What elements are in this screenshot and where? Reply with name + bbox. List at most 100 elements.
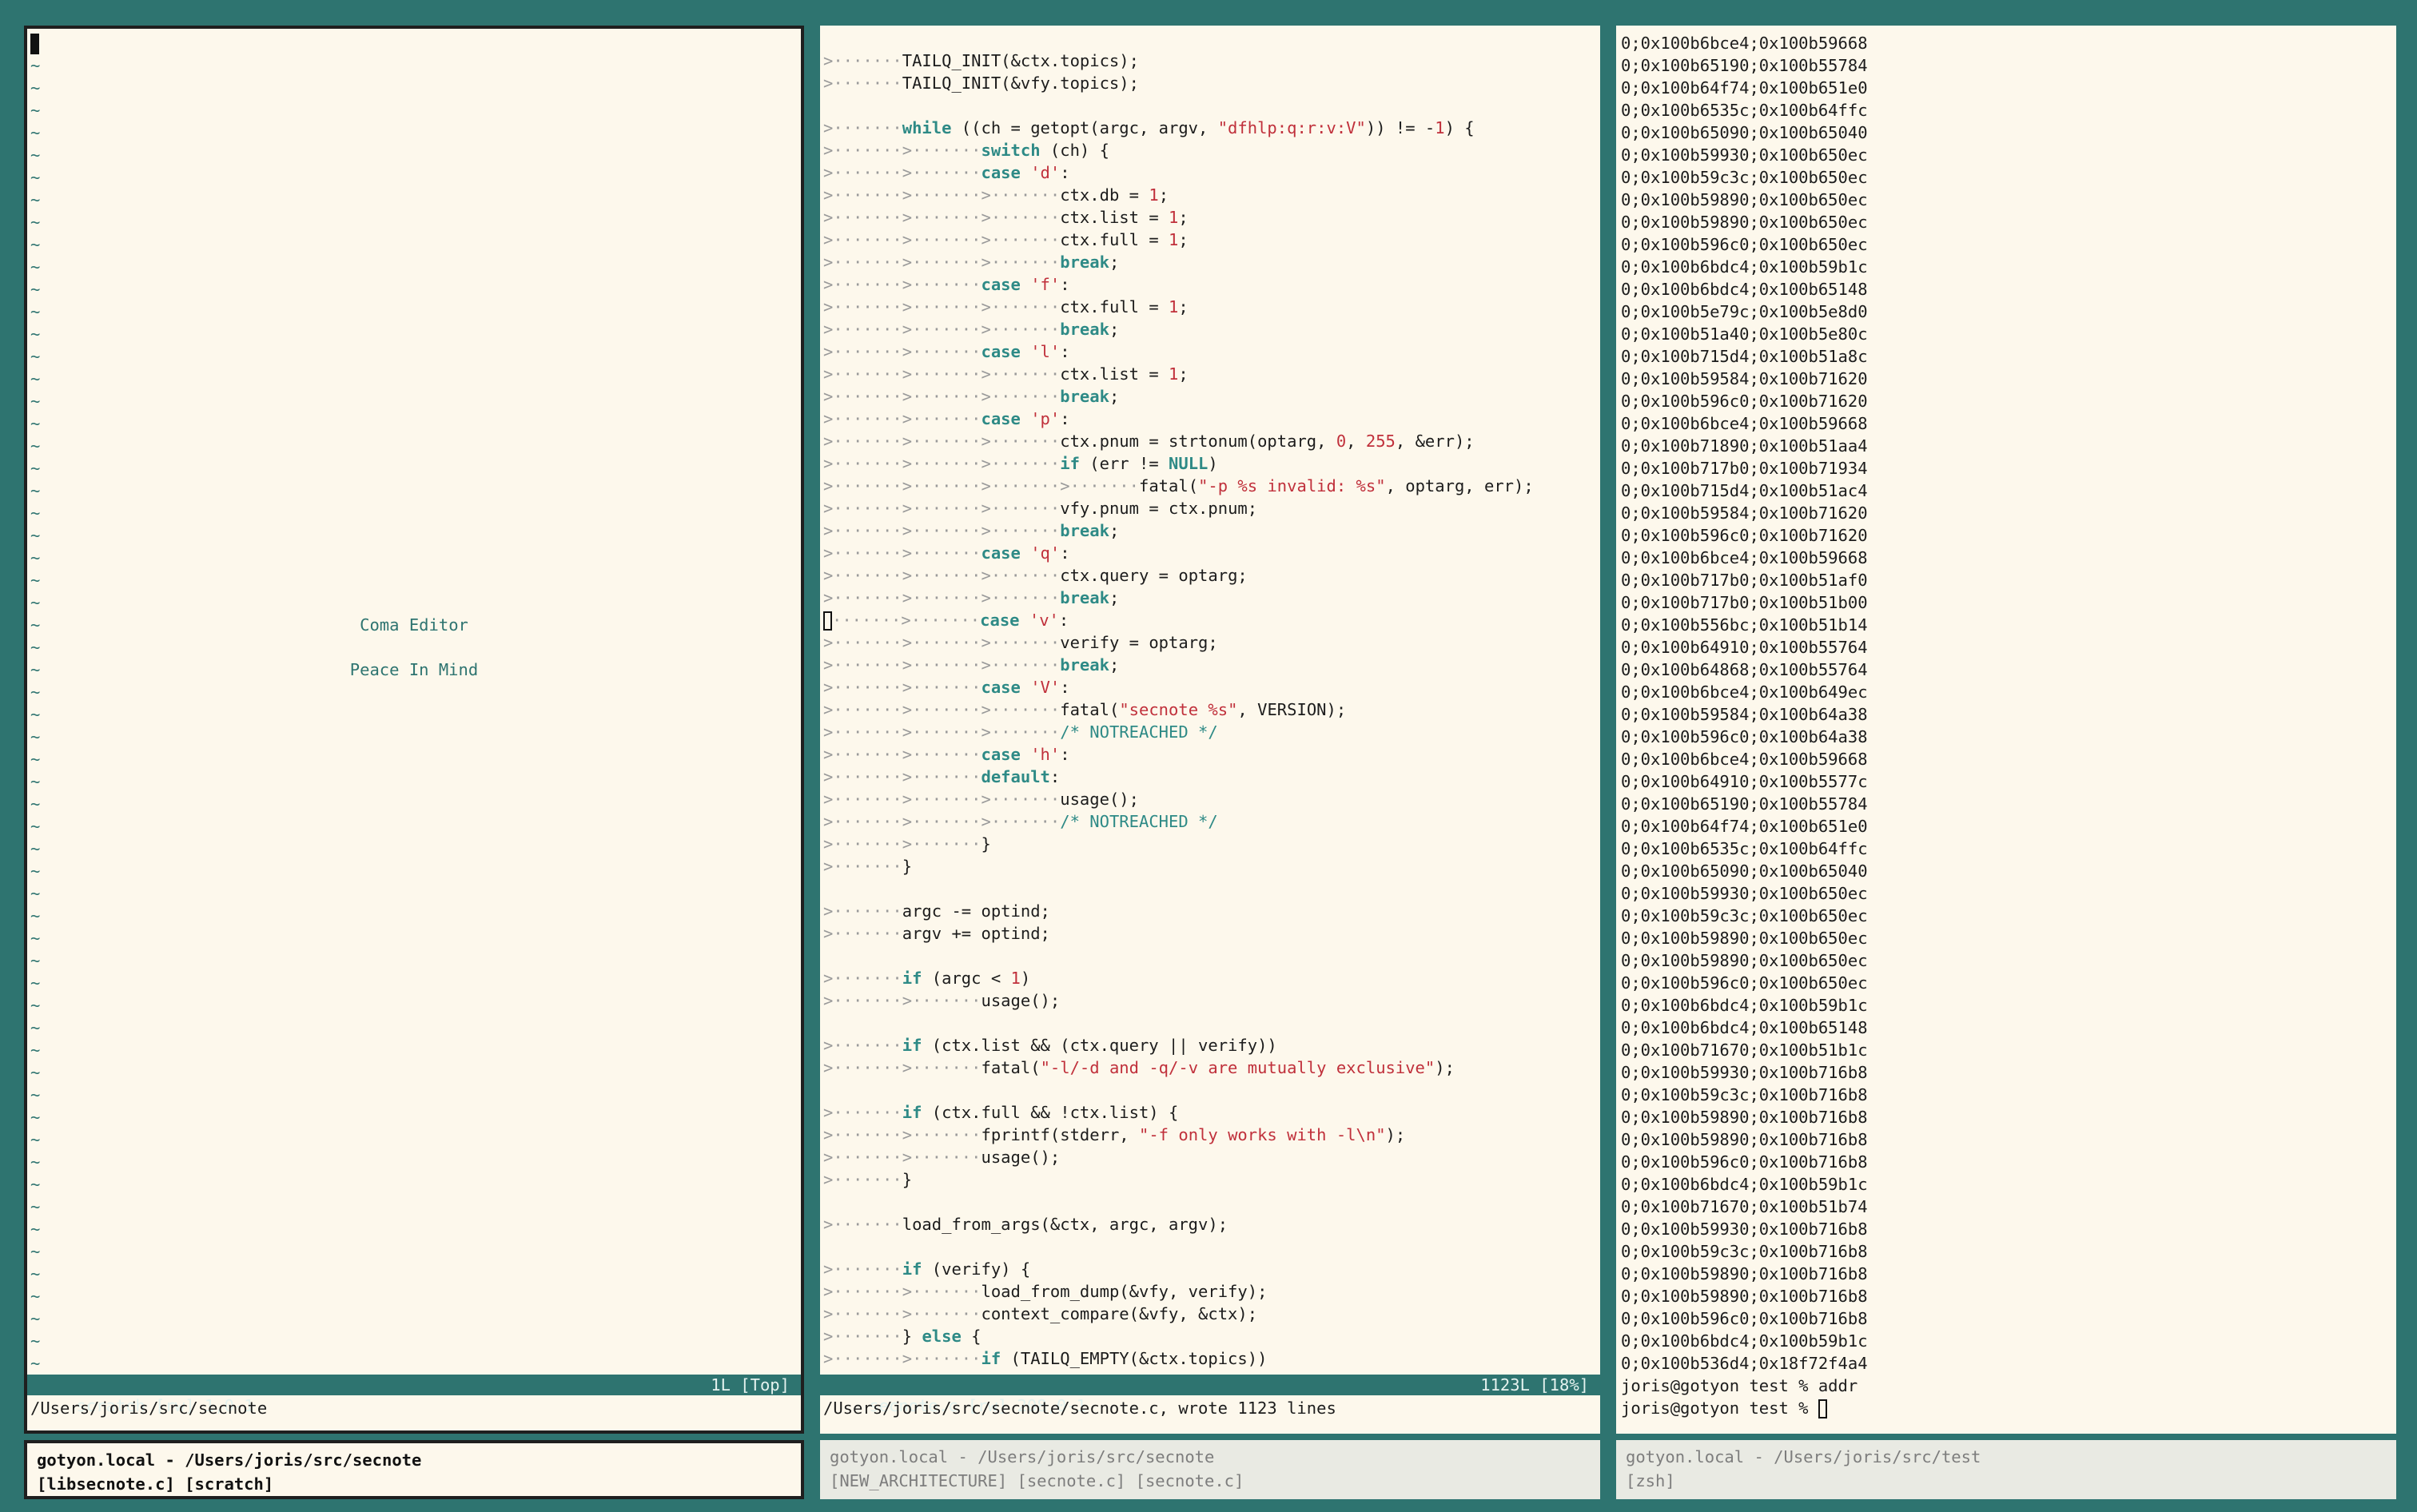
code-view[interactable]: >·······TAILQ_INIT(&ctx.topics); >·······… bbox=[820, 50, 1600, 1370]
code-line[interactable]: >·······while ((ch = getopt(argc, argv, … bbox=[820, 117, 1600, 139]
terminal-output-line: 0;0x100b6bce4;0x100b59668 bbox=[1621, 750, 1868, 769]
code-line[interactable]: >·······>·······if (TAILQ_EMPTY(&ctx.top… bbox=[820, 1347, 1600, 1370]
code-line[interactable]: >·······if (argc < 1) bbox=[820, 967, 1600, 989]
terminal-output-line: 0;0x100b59930;0x100b716b8 bbox=[1621, 1063, 1868, 1082]
code-line[interactable]: >·······>·······fprintf(stderr, "-f only… bbox=[820, 1124, 1600, 1146]
title-buffers: [zsh] bbox=[1626, 1471, 1675, 1490]
code-line[interactable]: >·······>·······>·······ctx.db = 1; bbox=[820, 184, 1600, 206]
code-line[interactable]: >·······>·······>·······ctx.list = 1; bbox=[820, 206, 1600, 229]
empty-line-marker: ~ bbox=[30, 1152, 41, 1172]
empty-line-marker: ~ bbox=[30, 705, 41, 724]
code-line[interactable]: >·······TAILQ_INIT(&ctx.topics); bbox=[820, 50, 1600, 72]
code-line[interactable]: >·······>·······switch (ch) { bbox=[820, 139, 1600, 161]
code-line[interactable]: >·······if (ctx.list && (ctx.query || ve… bbox=[820, 1034, 1600, 1056]
code-line[interactable]: >·······>·······case 'd': bbox=[820, 161, 1600, 184]
terminal-output-line: 0;0x100b6535c;0x100b64ffc bbox=[1621, 839, 1868, 858]
terminal-pane[interactable]: 0;0x100b6bce4;0x100b59668 0;0x100b65190;0… bbox=[1616, 26, 2396, 1434]
code-line[interactable] bbox=[820, 1235, 1600, 1258]
command-line[interactable]: /Users/joris/src/secnote bbox=[27, 1397, 801, 1419]
code-line[interactable]: >·······>·······>·······ctx.pnum = strto… bbox=[820, 430, 1600, 452]
code-line[interactable]: >·······>·······usage(); bbox=[820, 989, 1600, 1012]
code-line[interactable]: >·······>·······>·······break; bbox=[820, 385, 1600, 408]
code-line[interactable]: >·······>·······>·······fatal("secnote %… bbox=[820, 698, 1600, 721]
code-line[interactable]: >·······>·······case 'p': bbox=[820, 408, 1600, 430]
text-cursor bbox=[30, 34, 39, 54]
window-title-bar-3[interactable]: gotyon.local - /Users/joris/src/test [zs… bbox=[1616, 1440, 2396, 1499]
cursor-line[interactable] bbox=[27, 32, 801, 54]
code-line[interactable]: >·······>·······>·······if (err != NULL) bbox=[820, 452, 1600, 475]
code-line[interactable]: >·······>·······>·······>·······fatal("-… bbox=[820, 475, 1600, 497]
code-line[interactable]: >·······>·······>·······/* NOTREACHED */ bbox=[820, 721, 1600, 743]
empty-line-marker: ~ bbox=[30, 1242, 41, 1261]
title-host-path: gotyon.local - /Users/joris/src/test bbox=[1626, 1447, 1981, 1466]
code-line[interactable]: >·······>·······>·······break; bbox=[820, 654, 1600, 676]
terminal-output-line: 0;0x100b65090;0x100b65040 bbox=[1621, 861, 1868, 881]
empty-line-marker: ~ bbox=[30, 526, 41, 545]
terminal-output-line: 0;0x100b6bdc4;0x100b65148 bbox=[1621, 1018, 1868, 1037]
code-line[interactable]: >·······>·······>·······ctx.query = opta… bbox=[820, 564, 1600, 587]
empty-line-marker: ~ bbox=[30, 817, 41, 836]
terminal-output-line: 0;0x100b65190;0x100b55784 bbox=[1621, 56, 1868, 75]
code-line[interactable]: >·······argc -= optind; bbox=[820, 900, 1600, 922]
code-line[interactable] bbox=[820, 945, 1600, 967]
empty-line-marker: ~ bbox=[30, 414, 41, 433]
status-line: scratch [rw] 1,0-1 1L [Top] bbox=[27, 1375, 801, 1415]
editor-pane-scratch[interactable]: ~ ~ ~ ~ ~ ~ ~ ~ ~ ~ ~ ~ ~ ~ ~ ~ ~ ~ ~ ~ ~ ~ ~ ~ ~ ~ ~ ~ ~ ~ ~ ~ ~ ~ ~ ~ ~ ~ ~ ~… bbox=[24, 26, 804, 1434]
code-line[interactable]: >·······>·······load_from_dump(&vfy, ver… bbox=[820, 1280, 1600, 1303]
empty-line-marker: ~ bbox=[30, 123, 41, 142]
terminal-output-line: 0;0x100b59890;0x100b650ec bbox=[1621, 190, 1868, 209]
terminal-output[interactable]: 0;0x100b6bce4;0x100b59668 0;0x100b65190;0… bbox=[1621, 32, 2396, 1419]
code-line[interactable]: >·······>·······context_compare(&vfy, &c… bbox=[820, 1303, 1600, 1325]
window-title-bar-2[interactable]: gotyon.local - /Users/joris/src/secnote … bbox=[820, 1440, 1600, 1499]
code-line[interactable]: >·······>·······>·······break; bbox=[820, 318, 1600, 340]
code-line[interactable]: >·······>·······>·······break; bbox=[820, 251, 1600, 273]
code-line[interactable]: >·······if (ctx.full && !ctx.list) { bbox=[820, 1101, 1600, 1124]
code-line[interactable] bbox=[820, 1079, 1600, 1101]
terminal-output-line: 0;0x100b59930;0x100b650ec bbox=[1621, 884, 1868, 903]
code-line[interactable]: >·······load_from_args(&ctx, argc, argv)… bbox=[820, 1213, 1600, 1235]
empty-line-marker: ~ bbox=[30, 145, 41, 165]
code-line[interactable]: >·······>·······>·······ctx.list = 1; bbox=[820, 363, 1600, 385]
code-line[interactable]: >·······>·······case 'q': bbox=[820, 542, 1600, 564]
code-line[interactable]: >·······>·······case 'h': bbox=[820, 743, 1600, 766]
code-line[interactable]: >·······>·······>·······break; bbox=[820, 587, 1600, 609]
code-line[interactable]: >·······>·······>·······break; bbox=[820, 519, 1600, 542]
terminal-output-line: 0;0x100b59890;0x100b650ec bbox=[1621, 213, 1868, 232]
code-line[interactable]: >·······>·······} bbox=[820, 833, 1600, 855]
code-line[interactable]: >·······} else { bbox=[820, 1325, 1600, 1347]
code-line[interactable]: >·······} bbox=[820, 1168, 1600, 1191]
code-line[interactable]: >·······>·······usage(); bbox=[820, 1146, 1600, 1168]
code-line[interactable] bbox=[820, 877, 1600, 900]
code-line[interactable]: >·······TAILQ_INIT(&vfy.topics); bbox=[820, 72, 1600, 94]
code-line[interactable] bbox=[820, 1012, 1600, 1034]
empty-line-marker: ~ bbox=[30, 1331, 41, 1351]
terminal-output-line: 0;0x100b5e79c;0x100b5e8d0 bbox=[1621, 302, 1868, 321]
code-line[interactable]: >·······argv += optind; bbox=[820, 922, 1600, 945]
empty-line-marker: ~ bbox=[30, 1063, 41, 1082]
editor-pane-secnote[interactable]: >·······TAILQ_INIT(&ctx.topics); >·······… bbox=[820, 26, 1600, 1434]
code-line[interactable]: >·······>·······>·······ctx.full = 1; bbox=[820, 229, 1600, 251]
shell-prompt-line[interactable]: joris@gotyon test % bbox=[1621, 1397, 2396, 1419]
command-line[interactable]: /Users/joris/src/secnote/secnote.c, wrot… bbox=[820, 1397, 1600, 1419]
code-line[interactable]: >·······>·······default: bbox=[820, 766, 1600, 788]
code-line[interactable]: >·······>·······case 'V': bbox=[820, 676, 1600, 698]
window-title-bar-1[interactable]: gotyon.local - /Users/joris/src/secnote … bbox=[24, 1440, 804, 1499]
code-line[interactable]: >·······if (verify) { bbox=[820, 1258, 1600, 1280]
empty-line-marker: ~ bbox=[30, 1220, 41, 1239]
code-line[interactable]: >·······>·······case 'l': bbox=[820, 340, 1600, 363]
code-line[interactable]: >·······>·······>·······verify = optarg; bbox=[820, 631, 1600, 654]
code-line[interactable]: >·······} bbox=[820, 855, 1600, 877]
code-line[interactable] bbox=[820, 1191, 1600, 1213]
code-line[interactable]: >·······>·······fatal("-l/-d and -q/-v a… bbox=[820, 1056, 1600, 1079]
scratch-buffer[interactable]: ~ ~ ~ ~ ~ ~ ~ ~ ~ ~ ~ ~ ~ ~ ~ ~ ~ ~ ~ ~ ~ ~ ~ ~ ~ ~ ~ ~ ~ ~ ~ ~ ~ ~ ~ ~ ~ ~ ~ ~… bbox=[27, 32, 801, 1375]
code-line[interactable]: >·······>·······case 'f': bbox=[820, 273, 1600, 296]
code-line[interactable]: >·······>·······>·······/* NOTREACHED */ bbox=[820, 810, 1600, 833]
code-line[interactable]: >·······>·······>·······ctx.full = 1; bbox=[820, 296, 1600, 318]
code-line[interactable]: >·······>·······>·······vfy.pnum = ctx.p… bbox=[820, 497, 1600, 519]
empty-line-marker: ~ bbox=[30, 78, 41, 97]
terminal-output-line: 0;0x100b64868;0x100b55764 bbox=[1621, 660, 1868, 679]
code-line[interactable]: ·······>·······case 'v': bbox=[820, 609, 1600, 631]
code-line[interactable] bbox=[820, 94, 1600, 117]
code-line[interactable]: >·······>·······>·······usage(); bbox=[820, 788, 1600, 810]
empty-line-marker: ~ bbox=[30, 1040, 41, 1060]
